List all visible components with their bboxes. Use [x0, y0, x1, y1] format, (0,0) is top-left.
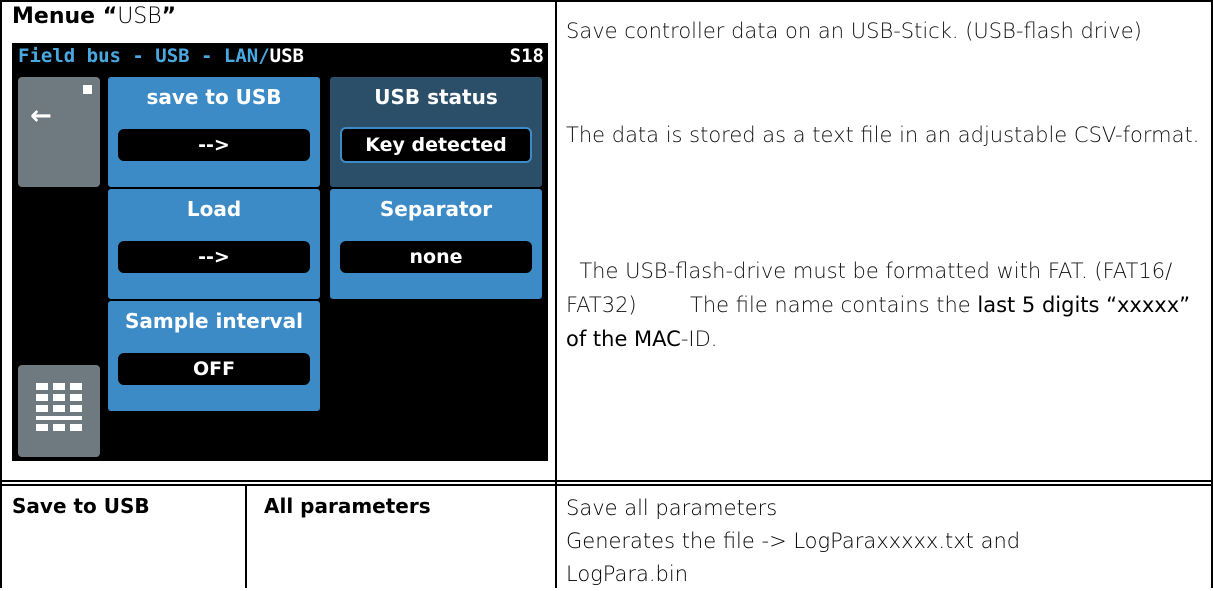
path-prefix: Field bus - USB - LAN/: [18, 45, 270, 67]
row-divider-1: [0, 480, 1213, 482]
menu-caption: Menue “USB”: [12, 3, 176, 31]
tile-title: Load: [186, 197, 242, 221]
keyboard-icon: [36, 383, 82, 431]
tile-title: save to USB: [146, 85, 282, 109]
row-desc-line2: Generates the file -> LogParaxxxxx.txt a…: [566, 529, 1021, 553]
tile-load[interactable]: Load -->: [108, 189, 320, 299]
tile-value: -->: [118, 241, 310, 273]
description-p2-text: The data is stored as a text file in an …: [566, 123, 1200, 147]
keyboard-button[interactable]: [18, 365, 100, 457]
table-border-top: [0, 0, 1213, 2]
tile-title: Sample interval: [125, 309, 303, 333]
description-p3: The USB-flash-drive must be formatted wi…: [566, 220, 1206, 356]
screen-code: S18: [509, 45, 544, 67]
path-current: USB: [269, 45, 304, 67]
indicator-square-icon: [83, 85, 92, 94]
row-description: Save all parameters Generates the file -…: [566, 492, 1206, 591]
description-p2: The data is stored as a text file in an …: [566, 118, 1206, 152]
table-border-left: [0, 0, 2, 588]
tile-title: USB status: [374, 85, 498, 109]
tile-title: Separator: [379, 197, 493, 221]
back-arrow-icon: ←: [30, 101, 52, 131]
tile-value: OFF: [118, 353, 310, 385]
tile-value: none: [340, 241, 532, 273]
row-desc-line3: LogPara.bin: [566, 562, 689, 586]
column-divider: [555, 0, 557, 588]
menu-path: Field bus - USB - LAN/USB: [18, 45, 304, 67]
tile-value: Key detected: [340, 127, 532, 163]
caption-bold: Menue “: [12, 4, 118, 29]
screen-header: Field bus - USB - LAN/USB S18: [12, 43, 548, 73]
tile-sample-interval[interactable]: Sample interval OFF: [108, 301, 320, 411]
tile-usb-status[interactable]: USB status Key detected: [330, 77, 542, 187]
caption-light: USB: [117, 4, 162, 29]
back-button[interactable]: ←: [18, 77, 100, 187]
tile-save-to-usb[interactable]: save to USB -->: [108, 77, 320, 187]
tile-value: -->: [118, 129, 310, 161]
row-divider-2: [0, 484, 1213, 486]
row-col1: Save to USB: [12, 494, 150, 518]
tile-separator[interactable]: Separator none: [330, 189, 542, 299]
inner-column-divider: [245, 484, 247, 588]
description-p3-c: -ID.: [680, 327, 718, 351]
row-col2: All parameters: [264, 494, 431, 518]
row-desc-line1: Save all parameters: [566, 496, 778, 520]
description-p1: Save controller data on an USB-Stick. (U…: [566, 14, 1206, 48]
caption-end: ”: [161, 4, 177, 29]
description-p1-text: Save controller data on an USB-Stick. (U…: [566, 19, 1142, 43]
device-screen: Field bus - USB - LAN/USB S18 ← save to …: [12, 43, 548, 461]
